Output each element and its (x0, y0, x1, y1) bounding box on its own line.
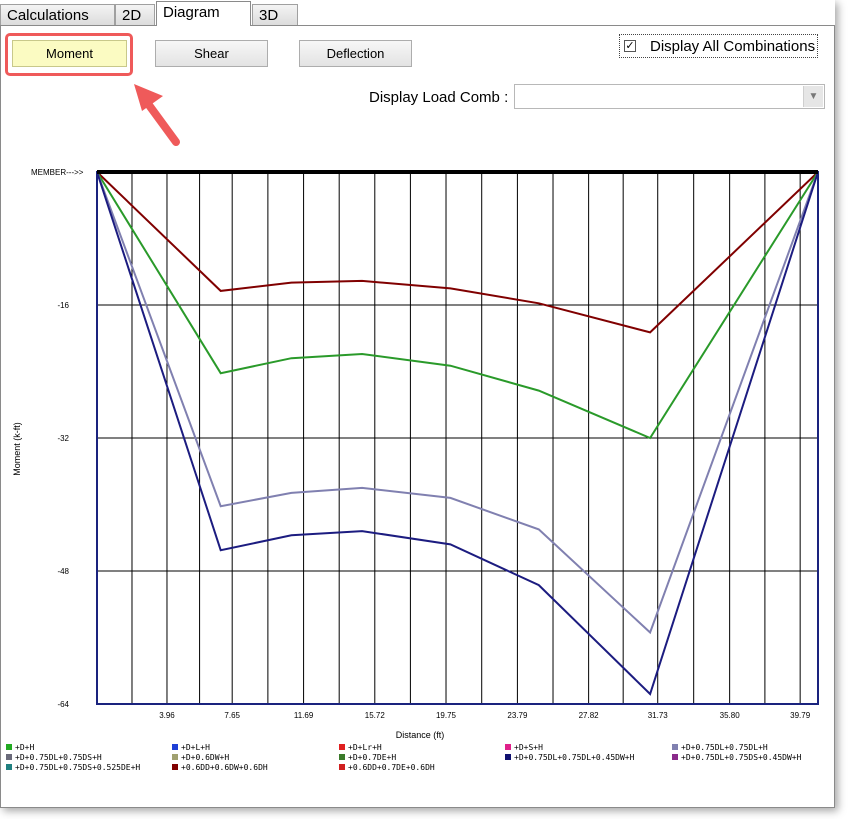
legend-swatch (339, 754, 345, 760)
legend-label: +D+Lr+H (348, 743, 382, 752)
legend-swatch (505, 754, 511, 760)
y-axis-label: Moment (k-ft) (12, 422, 22, 476)
x-tick-label: 27.82 (579, 711, 600, 720)
legend-swatch (6, 754, 12, 760)
x-tick-label: 11.69 (294, 711, 314, 720)
x-tick-label: 35.80 (720, 711, 741, 720)
x-tick-label: 19.75 (436, 711, 457, 720)
diagram-window: Calculations 2D Diagram 3D Moment Shear … (0, 0, 835, 808)
legend-swatch (339, 744, 345, 750)
y-tick-label: -64 (57, 700, 69, 709)
legend-label: +D+S+H (514, 743, 543, 752)
y-tick-label: -32 (57, 434, 69, 443)
legend-label: +D+0.75DL+0.75DS+H (15, 753, 102, 762)
moment-series-3 (96, 171, 819, 635)
legend-swatch (672, 754, 678, 760)
legend-item: +D+0.75DL+0.75DL+0.45DW+H (505, 753, 634, 762)
x-tick-label: 15.72 (365, 711, 386, 720)
legend-item: +D+0.75DL+0.75DS+H (6, 753, 102, 762)
legend-label: +D+0.6DW+H (181, 753, 230, 762)
legend-swatch (339, 764, 345, 770)
legend-swatch (172, 744, 178, 750)
legend-label: +D+0.75DL+0.75DS+0.45DW+H (681, 753, 802, 762)
x-tick-label: 39.79 (790, 711, 811, 720)
legend-item: +D+H (6, 743, 34, 752)
legend-item: +D+S+H (505, 743, 543, 752)
legend-item: +0.6DD+0.6DW+0.6DH (172, 763, 268, 772)
legend-label: +D+H (15, 743, 35, 752)
legend-swatch (6, 764, 12, 770)
legend-label: +D+0.75DL+0.75DS+0.525DE+H (15, 763, 141, 772)
legend-item: +D+L+H (172, 743, 210, 752)
legend-label: +D+L+H (181, 743, 210, 752)
legend-swatch (672, 744, 678, 750)
legend-item: +D+0.75DL+0.75DS+0.45DW+H (672, 753, 801, 762)
x-tick-label: 31.73 (648, 711, 669, 720)
legend-swatch (172, 754, 178, 760)
moment-series-4 (96, 171, 819, 696)
x-tick-label: 3.96 (159, 711, 175, 720)
y-tick-label: -48 (57, 567, 69, 576)
legend-swatch (172, 764, 178, 770)
legend-item: +D+0.75DL+0.75DS+0.525DE+H (6, 763, 140, 772)
moment-diagram-chart: MEMBER--->> 3.96 7.65 11.69 15.72 19.75 23.79 2… (12, 84, 819, 740)
tab-diagram[interactable]: Diagram (156, 1, 251, 26)
x-axis-label: Distance (ft) (396, 730, 445, 740)
member-label: MEMBER--->> (31, 168, 84, 177)
x-tick-label: 7.65 (224, 711, 240, 720)
legend-item: +D+0.75DL+0.75DL+H (672, 743, 768, 752)
legend-swatch (505, 744, 511, 750)
legend-label: +D+0.75DL+0.75DL+0.45DW+H (514, 753, 635, 762)
legend-label: +D+0.7DE+H (348, 753, 397, 762)
legend-label: +D+0.75DL+0.75DL+H (681, 743, 768, 752)
legend-swatch (6, 744, 12, 750)
legend-item: +D+0.6DW+H (172, 753, 229, 762)
legend-label: +0.6DD+0.7DE+0.6DH (348, 763, 435, 772)
chart-legend: +D+H +D+L+H +D+Lr+H +D+S+H +D+0.75DL+0.75DL+… (6, 743, 832, 779)
moment-series-1 (96, 171, 819, 334)
legend-item: +D+0.7DE+H (339, 753, 396, 762)
x-tick-label: 23.79 (507, 711, 528, 720)
y-tick-label: -16 (57, 301, 69, 310)
pointer-arrow-icon (134, 84, 180, 146)
legend-item: +D+Lr+H (339, 743, 382, 752)
legend-label: +0.6DD+0.6DW+0.6DH (181, 763, 268, 772)
legend-item: +0.6DD+0.7DE+0.6DH (339, 763, 435, 772)
